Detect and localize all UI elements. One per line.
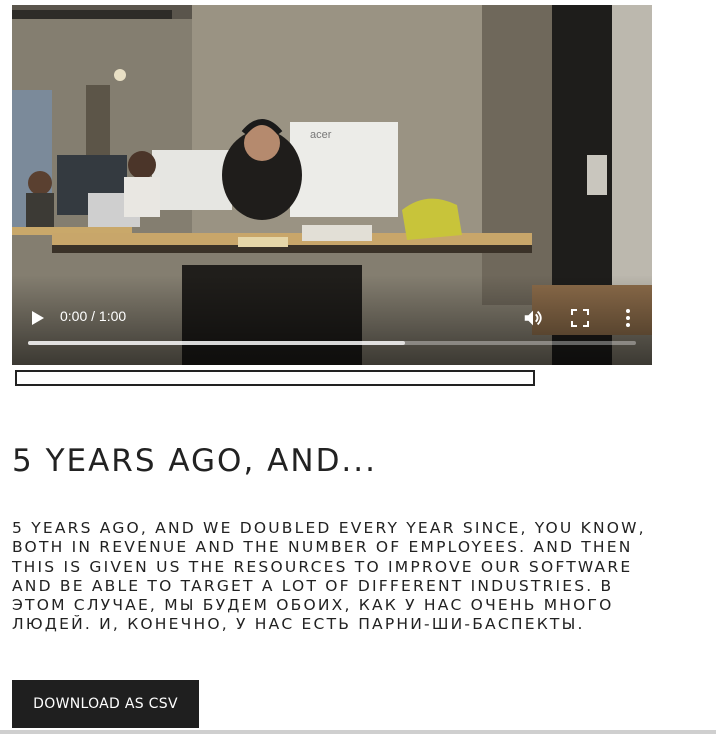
more-options-icon[interactable] [620, 307, 636, 329]
play-icon[interactable] [30, 309, 46, 327]
article-body: 5 YEARS AGO, AND WE DOUBLED EVERY YEAR S… [12, 519, 646, 634]
video-buffered-fill [28, 341, 405, 345]
monitor-brand-label: acer [310, 129, 332, 141]
section-heading: 5 YEARS AGO, AND... [12, 443, 377, 479]
video-time: 0:00 / 1:00 [60, 308, 127, 324]
download-csv-button[interactable]: DOWNLOAD AS CSV [12, 680, 199, 728]
video-player[interactable]: acer 0:00 / 1:00 [12, 5, 652, 365]
bottom-divider [0, 730, 716, 734]
fullscreen-icon[interactable] [570, 308, 590, 328]
volume-icon[interactable] [522, 307, 544, 329]
video-progress-bar[interactable] [28, 341, 636, 345]
empty-progress-bar [15, 370, 535, 386]
